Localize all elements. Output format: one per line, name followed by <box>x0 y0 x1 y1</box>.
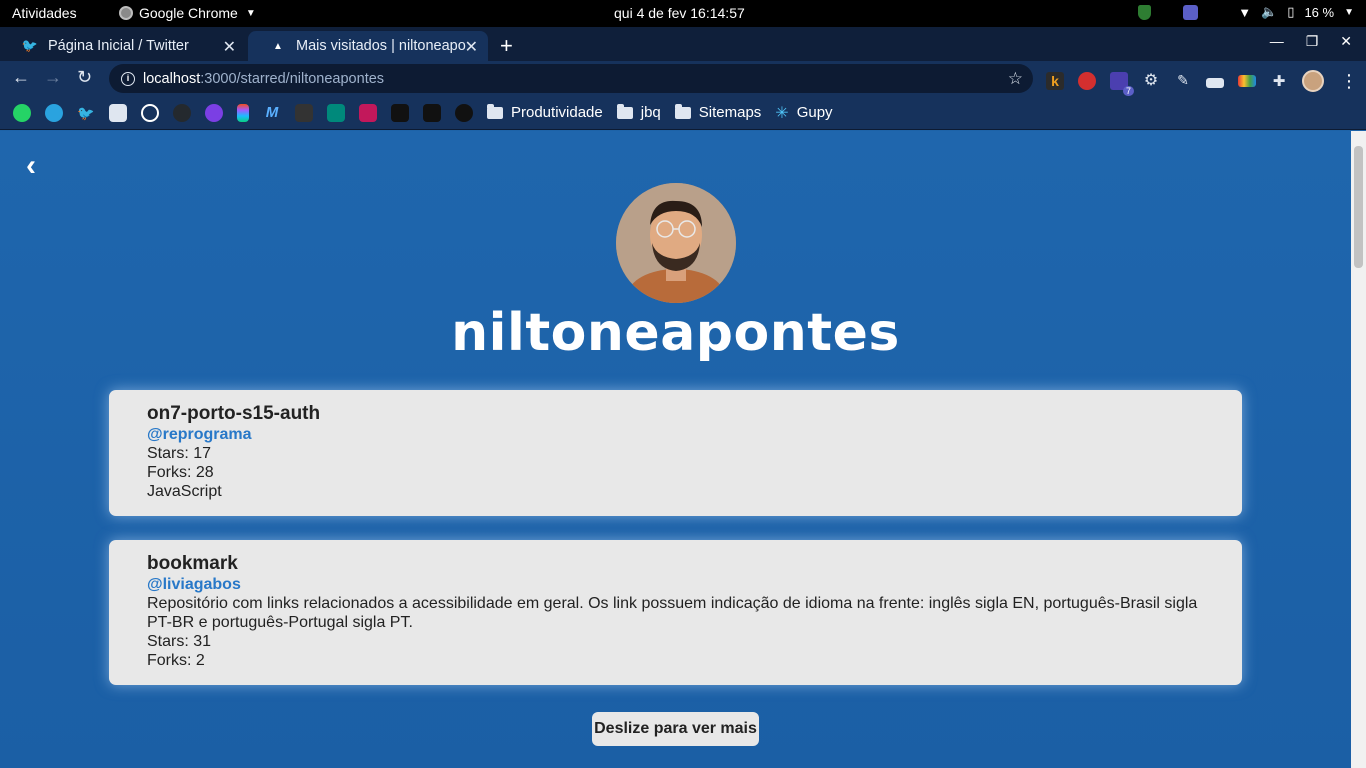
diamond-icon[interactable] <box>205 103 223 122</box>
close-tab-icon[interactable]: ✕ <box>223 37 236 57</box>
maximize-icon[interactable]: ❐ <box>1306 33 1319 50</box>
teams-icon <box>1183 4 1199 20</box>
meet-icon[interactable] <box>327 103 345 122</box>
tab-twitter[interactable]: 🐦 Página Inicial / Twitter ✕ <box>0 31 246 61</box>
page-title: niltoneapontes <box>451 303 900 363</box>
system-top-bar: Atividades Google Chrome ▼ qui 4 de fev … <box>0 0 1366 27</box>
pen-extension-icon[interactable]: ✎ <box>1174 72 1192 90</box>
reload-button[interactable]: ↻ <box>77 67 92 88</box>
tab-starred[interactable]: ▲ Mais visitados | niltoneapontes ✕ <box>248 31 488 61</box>
load-more-button[interactable]: Deslize para ver mais <box>592 712 759 746</box>
wifi-icon: ▼ <box>1238 4 1252 20</box>
close-tab-icon[interactable]: ✕ <box>465 37 478 57</box>
chevron-down-icon: ▼ <box>1344 6 1354 18</box>
profile-avatar[interactable] <box>1302 70 1324 92</box>
bookmark-folder-sitemaps[interactable]: Sitemaps <box>674 103 762 121</box>
folder-label: Produtividade <box>511 104 603 121</box>
gear-icon[interactable]: ⚙ <box>1142 72 1160 90</box>
repo-name[interactable]: on7-porto-s15-auth <box>147 402 1212 425</box>
folder-icon <box>616 103 633 119</box>
new-tab-button[interactable]: + <box>500 33 513 59</box>
activities-button[interactable]: Atividades <box>12 5 77 21</box>
back-chevron-icon[interactable]: ‹ <box>26 151 46 181</box>
bookmark-gupy[interactable]: ✳ Gupy <box>775 103 832 123</box>
window-controls: — ❐ ✕ <box>1270 33 1352 50</box>
arrow-tool-icon[interactable] <box>391 103 409 122</box>
minimize-icon[interactable]: — <box>1270 33 1284 50</box>
chrome-icon <box>119 6 133 20</box>
shield-icon <box>1138 4 1152 20</box>
url-host: localhost <box>143 70 201 87</box>
repo-card[interactable]: bookmark @liviagabos Repositório com lin… <box>109 540 1242 685</box>
folder-icon <box>487 103 503 119</box>
check-icon[interactable] <box>141 103 159 122</box>
tab-title: Página Inicial / Twitter <box>48 38 189 54</box>
twitter-icon: 🐦 <box>21 38 39 53</box>
telegram-icon[interactable] <box>45 103 63 122</box>
bookmark-folder-produtividade[interactable]: Produtividade <box>487 103 603 121</box>
browser-toolbar: ← → ↻ i localhost:3000/starred/niltoneap… <box>0 61 1366 96</box>
repo-owner-link[interactable]: @reprograma <box>147 425 1212 444</box>
repo-description: Repositório com links relacionados a ace… <box>147 595 1198 631</box>
bookmarks-bar: 🐦 M Produtividade jbq Sitemaps ✳ Gupy <box>0 96 1366 130</box>
battery-level: 16 % <box>1304 4 1335 20</box>
menu-kebab-icon[interactable]: ⋮ <box>1340 71 1358 92</box>
app-menu[interactable]: Google Chrome ▼ <box>119 5 256 21</box>
forward-button[interactable]: → <box>44 67 62 88</box>
folder-icon <box>674 103 691 119</box>
info-icon[interactable]: i <box>121 71 135 86</box>
mail-icon[interactable] <box>109 103 127 122</box>
extensions-area: k 7 ⚙ ✎ ✚ ⋮ <box>1046 70 1358 96</box>
color-extension-icon[interactable] <box>1238 75 1256 87</box>
stack-icon[interactable] <box>359 103 377 122</box>
adblock-icon[interactable] <box>1078 72 1096 90</box>
page-content: ‹ niltoneapontes on7-porto-s15-auth @rep… <box>0 131 1351 768</box>
back-button[interactable]: ← <box>12 67 30 88</box>
clock[interactable]: qui 4 de fev 16:14:57 <box>614 5 745 21</box>
repo-card[interactable]: on7-porto-s15-auth @reprograma Stars: 17… <box>109 390 1242 516</box>
scrollbar-thumb[interactable] <box>1354 146 1363 268</box>
address-bar[interactable]: i localhost:3000/starred/niltoneapontes … <box>109 64 1033 93</box>
volume-icon: 🔈 <box>1261 4 1278 19</box>
puzzle-icon[interactable]: ✚ <box>1270 72 1288 90</box>
page-scrollbar[interactable] <box>1351 131 1366 768</box>
tab-title: Mais visitados | niltoneapontes <box>296 38 466 54</box>
battery-icon: ▯ <box>1287 4 1295 19</box>
caret-down-icon: ▼ <box>245 7 256 19</box>
png-icon[interactable] <box>295 103 313 122</box>
site-favicon-icon: ▲ <box>273 40 283 52</box>
print-extension-icon[interactable] <box>1206 78 1224 88</box>
repo-language: JavaScript <box>147 483 222 500</box>
tab-strip: 🐦 Página Inicial / Twitter ✕ ▲ Mais visi… <box>0 27 1366 61</box>
avatar-portrait <box>616 183 736 303</box>
extension-badge-count: 7 <box>1122 86 1134 96</box>
extension-badge-icon[interactable]: 7 <box>1110 72 1134 96</box>
folder-label: jbq <box>640 104 661 121</box>
repo-forks: Forks: 28 <box>147 464 214 481</box>
folder-label: Sitemaps <box>698 104 762 121</box>
repo-stars: Stars: 31 <box>147 633 212 650</box>
gupy-icon: ✳ <box>775 104 789 122</box>
figma-icon[interactable] <box>237 103 249 122</box>
code-icon[interactable] <box>455 103 473 122</box>
repo-forks: Forks: 2 <box>147 652 205 669</box>
repo-stars: Stars: 17 <box>147 445 212 462</box>
twitter-icon[interactable]: 🐦 <box>77 104 95 122</box>
app-name: Google Chrome <box>139 5 238 21</box>
repo-name[interactable]: bookmark <box>147 552 1212 575</box>
medium-icon[interactable]: M <box>263 104 281 122</box>
url-path: :3000/starred/niltoneapontes <box>200 70 385 87</box>
whatsapp-icon[interactable] <box>13 103 31 122</box>
repo-owner-link[interactable]: @liviagabos <box>147 575 1212 594</box>
k-extension-icon[interactable]: k <box>1046 72 1064 90</box>
bookmark-label: Gupy <box>796 104 833 121</box>
system-tray[interactable]: ▼ 🔈 ▯ 16 % ▼ <box>1138 4 1354 20</box>
avatar <box>616 183 736 303</box>
bookmark-folder-jbq[interactable]: jbq <box>616 103 661 121</box>
bookmark-star-icon[interactable]: ☆ <box>1008 69 1023 89</box>
close-window-icon[interactable]: ✕ <box>1340 33 1352 50</box>
github-icon[interactable] <box>173 103 191 122</box>
arrow-tool-2-icon[interactable] <box>423 103 441 122</box>
